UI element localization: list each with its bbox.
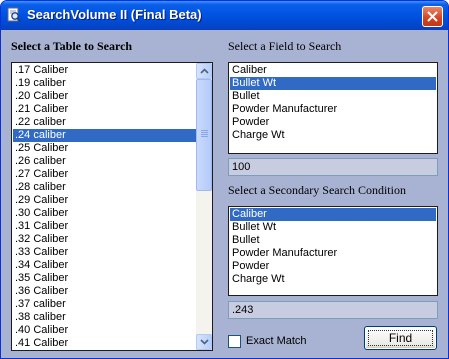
close-icon xyxy=(427,11,438,22)
table-list-item[interactable]: .28 caliber xyxy=(13,181,196,194)
close-button[interactable] xyxy=(422,6,443,27)
table-list-item[interactable]: .32 Caliber xyxy=(13,233,196,246)
table-list-label: Select a Table to Search xyxy=(11,39,133,53)
chevron-down-icon xyxy=(200,339,209,345)
scroll-thumb[interactable] xyxy=(196,79,212,191)
secondary-value-input[interactable]: .243 xyxy=(228,301,438,319)
chevron-up-icon xyxy=(200,68,209,74)
table-list-item[interactable]: .38 caliber xyxy=(13,311,196,324)
table-list-item[interactable]: .17 Caliber xyxy=(13,64,196,77)
field-list-item[interactable]: Powder Manufacturer xyxy=(230,103,436,116)
table-list-item[interactable]: .25 Caliber xyxy=(13,142,196,155)
field-list-item[interactable]: Caliber xyxy=(230,64,436,77)
table-list-item[interactable]: .19 caliber xyxy=(13,77,196,90)
exact-match-checkbox[interactable] xyxy=(228,335,241,348)
secondary-list-label: Select a Secondary Search Condition xyxy=(228,183,406,197)
table-list-item[interactable]: .35 Caliber xyxy=(13,272,196,285)
table-scrollbar[interactable] xyxy=(196,63,212,350)
table-listbox[interactable]: .17 Caliber .19 caliber .20 Caliber .21 Cal… xyxy=(11,62,213,351)
field-value-input[interactable]: 100 xyxy=(228,158,438,176)
table-list-item[interactable]: .22 caliber xyxy=(13,116,196,129)
table-list-item[interactable]: .21 Caliber xyxy=(13,103,196,116)
table-list-item[interactable]: .40 Caliber xyxy=(13,324,196,337)
window-title: SearchVolume II (Final Beta) xyxy=(27,7,202,22)
field-list-item[interactable]: Bullet Wt xyxy=(230,77,436,90)
table-list-item[interactable]: .24 caliber xyxy=(13,129,196,142)
search-document-icon[interactable] xyxy=(6,7,22,23)
secondary-listbox[interactable]: Caliber Bullet Wt Bullet Powder Manufacture… xyxy=(228,206,438,296)
table-list-item[interactable]: .33 Caliber xyxy=(13,246,196,259)
search-volume-window: SearchVolume II (Final Beta) Select a Ta… xyxy=(0,0,449,359)
secondary-list-item[interactable]: Powder Manufacturer xyxy=(230,247,436,260)
field-list-item[interactable]: Charge Wt xyxy=(230,129,436,142)
secondary-list-item[interactable]: Charge Wt xyxy=(230,273,436,286)
table-list-item[interactable]: .34 Caliber xyxy=(13,259,196,272)
scroll-down-button[interactable] xyxy=(196,334,212,350)
table-list-item[interactable]: .41 Caliber xyxy=(13,337,196,350)
exact-match-label[interactable]: Exact Match xyxy=(246,335,307,347)
secondary-list-item[interactable]: Bullet xyxy=(230,234,436,247)
secondary-list-item[interactable]: Bullet Wt xyxy=(230,221,436,234)
secondary-list-item[interactable]: Powder xyxy=(230,260,436,273)
scroll-up-button[interactable] xyxy=(196,63,212,79)
table-list-item[interactable]: .27 Caliber xyxy=(13,168,196,181)
field-list-label: Select a Field to Search xyxy=(228,39,342,53)
field-listbox[interactable]: Caliber Bullet Wt Bullet Powder Manufacture… xyxy=(228,62,438,154)
table-list-item[interactable]: .36 Caliber xyxy=(13,285,196,298)
find-button[interactable]: Find xyxy=(364,326,437,350)
table-list-item[interactable]: .37 caliber xyxy=(13,298,196,311)
table-list-item[interactable]: .30 Caliber xyxy=(13,207,196,220)
table-list-item[interactable]: .29 Caliber xyxy=(13,194,196,207)
field-list-item[interactable]: Bullet xyxy=(230,90,436,103)
table-list-item[interactable]: .31 Caliber xyxy=(13,220,196,233)
table-list-item[interactable]: .26 caliber xyxy=(13,155,196,168)
table-list-item[interactable]: .20 Caliber xyxy=(13,90,196,103)
title-bar[interactable]: SearchVolume II (Final Beta) xyxy=(1,1,448,30)
field-list-item[interactable]: Powder xyxy=(230,116,436,129)
secondary-list-item[interactable]: Caliber xyxy=(230,208,436,221)
